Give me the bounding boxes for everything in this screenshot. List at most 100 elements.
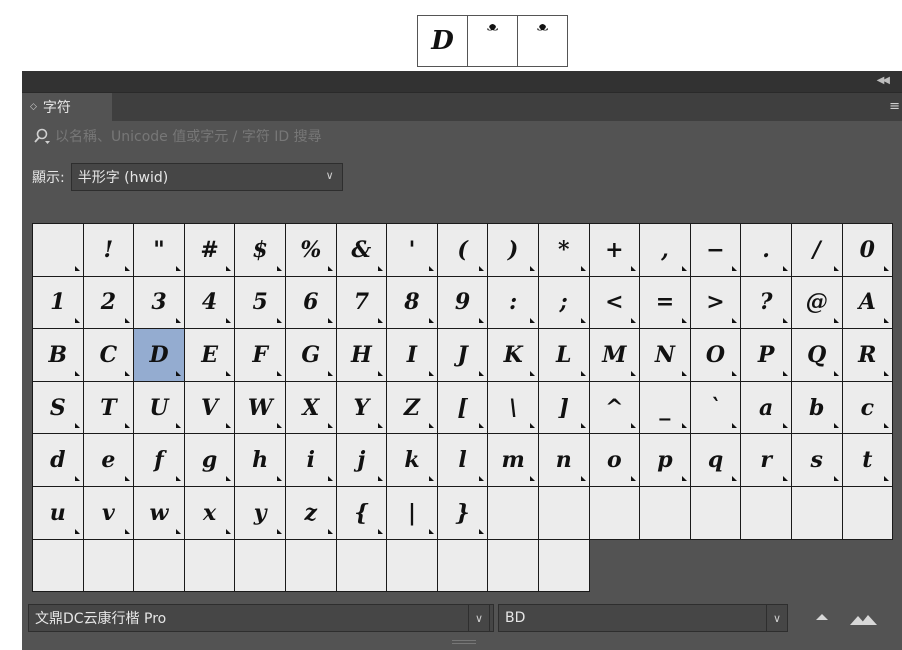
glyph-cell[interactable]: B [33, 329, 84, 382]
alternates-indicator-icon[interactable] [833, 370, 839, 376]
glyph-cell[interactable] [741, 486, 792, 540]
glyph-cell[interactable]: m [488, 434, 539, 487]
alternates-indicator-icon[interactable] [681, 265, 687, 271]
chevron-down-icon[interactable]: ∨ [468, 604, 490, 632]
glyph-cell[interactable] [690, 486, 742, 540]
glyph-cell[interactable] [33, 539, 84, 593]
alternates-indicator-icon[interactable] [732, 265, 738, 271]
alternates-indicator-icon[interactable] [175, 318, 181, 324]
zoom-in-icon[interactable] [848, 610, 878, 625]
show-dropdown[interactable]: 半形字 (hwid) ∨ [70, 163, 343, 191]
glyph-cell[interactable]: b [791, 381, 843, 435]
zoom-out-icon[interactable] [816, 614, 828, 620]
alternates-indicator-icon[interactable] [884, 318, 890, 324]
alternates-indicator-icon[interactable] [175, 265, 181, 271]
alternates-indicator-icon[interactable] [327, 265, 333, 271]
glyph-cell[interactable]: Z [387, 381, 438, 435]
glyph-cell[interactable]: 1 [33, 276, 84, 330]
search-icon[interactable] [33, 128, 51, 146]
alternates-indicator-icon[interactable] [378, 318, 384, 324]
glyph-cell[interactable]: n [538, 434, 590, 487]
alternates-indicator-icon[interactable] [884, 265, 890, 271]
alternates-indicator-icon[interactable] [125, 423, 131, 429]
glyph-cell[interactable] [538, 486, 590, 540]
alternates-indicator-icon[interactable] [175, 370, 181, 376]
glyph-cell[interactable]: ; [538, 276, 590, 330]
alternates-indicator-icon[interactable] [833, 475, 839, 481]
glyph-cell[interactable]: 0 [842, 224, 894, 277]
alternates-indicator-icon[interactable] [125, 370, 131, 376]
alternates-indicator-icon[interactable] [580, 423, 586, 429]
glyph-cell[interactable] [336, 539, 388, 593]
chevron-down-icon[interactable]: ∨ [766, 604, 788, 632]
glyph-cell[interactable]: % [285, 224, 337, 277]
alternates-indicator-icon[interactable] [732, 423, 738, 429]
alternates-indicator-icon[interactable] [74, 370, 80, 376]
alternates-indicator-icon[interactable] [175, 528, 181, 534]
glyph-cell[interactable]: , [640, 224, 691, 277]
alternates-indicator-icon[interactable] [74, 423, 80, 429]
glyph-cell[interactable] [83, 539, 135, 593]
glyph-cell[interactable]: 9 [437, 276, 489, 330]
alternates-indicator-icon[interactable] [125, 475, 131, 481]
glyph-cell[interactable]: v [83, 486, 135, 540]
glyph-cell[interactable]: a [741, 381, 792, 435]
glyph-cell[interactable] [640, 486, 691, 540]
alternates-indicator-icon[interactable] [681, 423, 687, 429]
glyph-cell[interactable]: L [538, 329, 590, 382]
alternates-indicator-icon[interactable] [175, 423, 181, 429]
alternates-indicator-icon[interactable] [226, 318, 232, 324]
alternates-indicator-icon[interactable] [428, 475, 434, 481]
glyph-cell[interactable]: ( [437, 224, 489, 277]
glyph-cell[interactable]: q [690, 434, 742, 487]
glyph-cell[interactable]: F [235, 329, 286, 382]
glyph-cell[interactable]: \ [488, 381, 539, 435]
glyph-cell[interactable] [387, 539, 438, 593]
alternates-indicator-icon[interactable] [479, 423, 485, 429]
alternates-indicator-icon[interactable] [479, 528, 485, 534]
glyph-cell[interactable]: Y [336, 381, 388, 435]
alternates-indicator-icon[interactable] [479, 370, 485, 376]
glyph-cell[interactable] [437, 539, 489, 593]
search-input[interactable] [55, 129, 655, 145]
glyph-cell[interactable]: k [387, 434, 438, 487]
glyph-cell[interactable]: ^ [589, 381, 641, 435]
glyph-cell[interactable] [488, 486, 539, 540]
glyph-cell[interactable]: f [134, 434, 185, 487]
alternates-indicator-icon[interactable] [125, 528, 131, 534]
panel-menu-icon[interactable]: ≡ [889, 99, 900, 114]
alternates-indicator-icon[interactable] [276, 265, 282, 271]
glyph-cell[interactable]: 7 [336, 276, 388, 330]
glyph-cell[interactable]: U [134, 381, 185, 435]
glyph-cell[interactable]: e [83, 434, 135, 487]
alternates-indicator-icon[interactable] [276, 370, 282, 376]
panel-title-bar[interactable]: ◀◀ [22, 71, 902, 93]
glyph-cell[interactable]: y [235, 486, 286, 540]
glyph-cell[interactable]: # [184, 224, 236, 277]
alternates-indicator-icon[interactable] [782, 423, 788, 429]
glyph-cell[interactable]: ' [387, 224, 438, 277]
glyph-cell[interactable]: K [488, 329, 539, 382]
alternates-indicator-icon[interactable] [327, 370, 333, 376]
glyph-cell[interactable]: V [184, 381, 236, 435]
glyph-cell[interactable]: A [842, 276, 894, 330]
glyph-cell[interactable] [33, 224, 84, 277]
glyph-cell[interactable]: + [589, 224, 641, 277]
glyph-cell[interactable]: [ [437, 381, 489, 435]
alternates-indicator-icon[interactable] [631, 370, 637, 376]
alternates-indicator-icon[interactable] [125, 265, 131, 271]
glyph-cell[interactable] [285, 539, 337, 593]
glyph-cell[interactable]: : [488, 276, 539, 330]
glyph-cell[interactable]: p [640, 434, 691, 487]
alternates-indicator-icon[interactable] [884, 423, 890, 429]
glyph-cell[interactable]: 8 [387, 276, 438, 330]
glyph-cell[interactable]: 5 [235, 276, 286, 330]
glyph-cell[interactable]: h [235, 434, 286, 487]
glyph-cell[interactable]: * [538, 224, 590, 277]
glyph-cell[interactable]: 3 [134, 276, 185, 330]
glyph-cell[interactable]: l [437, 434, 489, 487]
glyph-cell[interactable]: < [589, 276, 641, 330]
alternates-indicator-icon[interactable] [276, 528, 282, 534]
glyph-cell[interactable]: P [741, 329, 792, 382]
glyph-cell[interactable]: J [437, 329, 489, 382]
